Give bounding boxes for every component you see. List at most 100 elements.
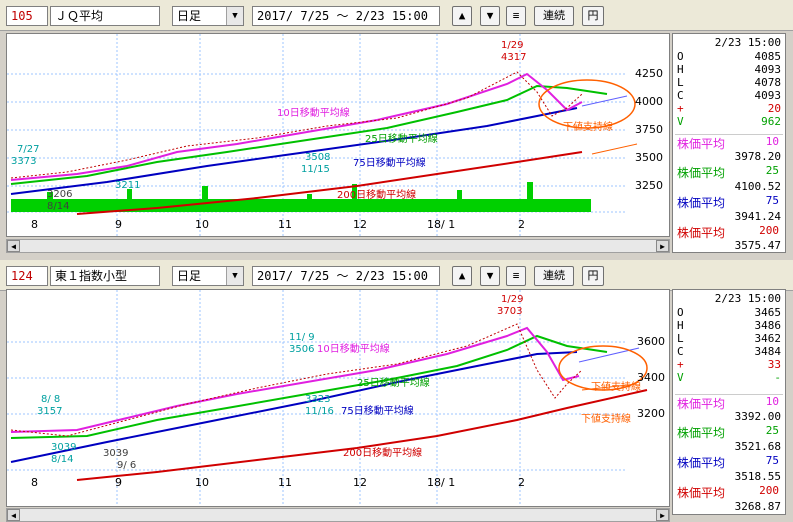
ma75-line (10, 107, 578, 195)
x-tick: 18/ 1 (427, 476, 455, 489)
period-select[interactable]: 日足 ▼ (172, 266, 244, 286)
x-tick: 2 (518, 218, 525, 231)
ma75-line (10, 351, 578, 463)
scroll-right-icon[interactable]: ▶ (656, 240, 669, 252)
scroll-left-icon[interactable]: ◀ (7, 509, 20, 521)
annotation: 3211 (115, 180, 140, 191)
ma-label: 株価平均 (677, 397, 726, 411)
annotation: 25日移動平均線 (365, 132, 438, 145)
scroll-up-button[interactable]: ▲ (452, 266, 472, 286)
ohlc-key: C (677, 345, 684, 358)
ma-label: 株価平均 (677, 456, 726, 470)
annotation: 8/14 (47, 201, 69, 212)
ma-value: 3518.55 (734, 470, 781, 483)
annotation: 7/27 (17, 144, 39, 155)
ohlc-key: C (677, 89, 684, 102)
price-chart[interactable]: 3600 3400 3200 8 9 10 11 12 18/ 1 2 1/29… (6, 289, 670, 507)
toolbar: 124 東１指数小型 日足 ▼ 2017/ 7/25 ～ 2/23 15:00 … (0, 260, 793, 291)
annotation: 1/29 (501, 40, 523, 51)
period-value: 日足 (177, 9, 202, 23)
annotation: 3508 (305, 152, 330, 163)
annotation: 11/ 9 (289, 332, 315, 343)
ohlc-value: 3462 (754, 332, 782, 345)
y-tick: 4250 (635, 67, 663, 80)
period-value: 日足 (177, 269, 202, 283)
ma-label: 株価平均 (677, 196, 726, 210)
ma-value: 3575.47 (734, 239, 781, 252)
ohlc-key: H (677, 319, 684, 332)
ma-value: 3521.68 (734, 440, 781, 453)
annotation: 3206 (47, 189, 72, 200)
ohlc-value: 3465 (754, 306, 782, 319)
ohlc-value: 4093 (754, 89, 782, 102)
support-line (581, 95, 628, 107)
annotation: 3703 (497, 306, 522, 317)
ma-period: 200 (759, 224, 779, 237)
scroll-down-button[interactable]: ▼ (480, 266, 500, 286)
continuous-button[interactable]: 連続 (534, 6, 574, 26)
chevron-down-icon: ▼ (226, 7, 243, 25)
ohlc-value: 20 (767, 102, 781, 115)
scroll-left-icon[interactable]: ◀ (7, 240, 20, 252)
annotation: 下値支持線 (591, 380, 641, 393)
annotation: 200日移動平均線 (337, 188, 416, 201)
chart-panel-jq: 105 ＪＱ平均 日足 ▼ 2017/ 7/25 ～ 2/23 15:00 ▲ … (0, 0, 793, 260)
data-sidebar: 2/23 15:00 O 4085 H 4093 L 4078 C 4093 +20 V… (672, 33, 786, 253)
ohlc-value: 4085 (754, 50, 782, 63)
scroll-up-button[interactable]: ▲ (452, 6, 472, 26)
annotation: 3039 (103, 448, 128, 459)
x-tick: 10 (195, 218, 209, 231)
annotation: 75日移動平均線 (341, 404, 414, 417)
annotation: 3157 (37, 406, 62, 417)
menu-button[interactable]: ≡ (506, 266, 526, 286)
code-field[interactable]: 124 (6, 266, 48, 286)
ma-period: 75 (765, 454, 779, 467)
ohlc-key: V (677, 371, 684, 384)
chart-panel-small-cap: 124 東１指数小型 日足 ▼ 2017/ 7/25 ～ 2/23 15:00 … (0, 260, 793, 522)
name-field[interactable]: 東１指数小型 (50, 266, 160, 286)
ma-label: 株価平均 (677, 486, 726, 500)
annotation: 10日移動平均線 (317, 342, 390, 355)
scroll-down-button[interactable]: ▼ (480, 6, 500, 26)
annotation: 9/ 6 (117, 460, 136, 471)
continuous-button[interactable]: 連続 (534, 266, 574, 286)
horizontal-scrollbar[interactable]: ◀ ▶ (6, 508, 670, 522)
period-select[interactable]: 日足 ▼ (172, 6, 244, 26)
annotation: 下値支持線 (581, 412, 631, 425)
annotation: 3039 (51, 442, 76, 453)
annotation: 11/16 (305, 406, 334, 417)
ma-value: 3268.87 (734, 500, 781, 513)
ohlc-value: 4093 (754, 63, 782, 76)
annotation: 11/15 (301, 164, 330, 175)
ohlc-key: H (677, 63, 684, 76)
scroll-right-icon[interactable]: ▶ (656, 509, 669, 521)
x-tick: 11 (278, 218, 292, 231)
toolbar: 105 ＪＱ平均 日足 ▼ 2017/ 7/25 ～ 2/23 15:00 ▲ … (0, 0, 793, 31)
menu-button[interactable]: ≡ (506, 6, 526, 26)
x-tick: 8 (31, 218, 38, 231)
yen-button[interactable]: 円 (582, 6, 604, 26)
y-tick: 3250 (635, 179, 663, 192)
y-tick: 3200 (637, 407, 665, 420)
ma-label: 株価平均 (677, 226, 726, 240)
x-tick: 10 (195, 476, 209, 489)
yen-button[interactable]: 円 (582, 266, 604, 286)
ma-value: 3392.00 (734, 410, 781, 423)
annotation: 8/ 8 (41, 394, 60, 405)
x-tick: 18/ 1 (427, 218, 455, 231)
horizontal-scrollbar[interactable]: ◀ ▶ (6, 239, 670, 253)
ma-label: 株価平均 (677, 166, 726, 180)
ma-label: 株価平均 (677, 137, 726, 151)
price-chart[interactable]: 4250 4000 3750 3500 3250 8 9 10 11 12 18… (6, 33, 670, 237)
ma-period: 75 (765, 194, 779, 207)
ohlc-key: O (677, 50, 684, 63)
code-field[interactable]: 105 (6, 6, 48, 26)
ohlc-key: + (677, 102, 684, 115)
name-field[interactable]: ＪＱ平均 (50, 6, 160, 26)
x-tick: 8 (31, 476, 38, 489)
ma200-line (76, 389, 648, 481)
annotation: 3373 (11, 156, 36, 167)
support-line-2 (591, 143, 638, 155)
y-tick: 4000 (635, 95, 663, 108)
annotation: 10日移動平均線 (277, 106, 350, 119)
